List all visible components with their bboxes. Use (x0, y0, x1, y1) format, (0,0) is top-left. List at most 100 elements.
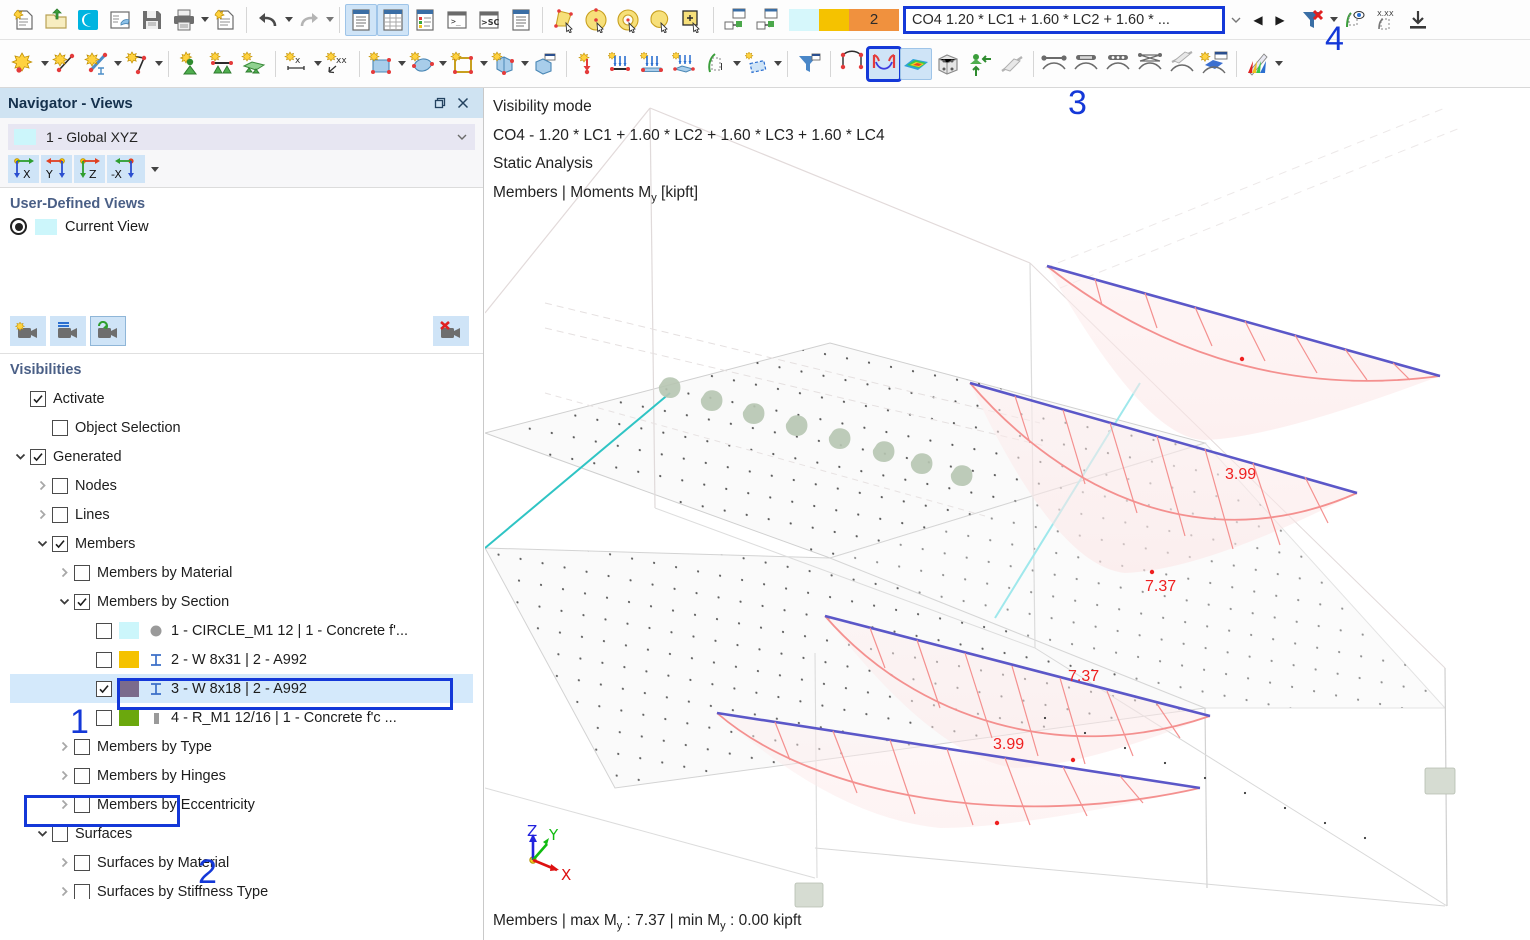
tree-checkbox[interactable] (52, 477, 68, 494)
imposed-deformation-dropdown-caret[interactable] (774, 61, 782, 66)
imposed-deformation-button[interactable] (741, 48, 773, 80)
save-view-button[interactable] (50, 315, 86, 346)
select-circle-button[interactable] (580, 4, 612, 36)
tree-item-surfaces[interactable]: Surfaces (10, 819, 473, 848)
current-view-row[interactable]: Current View (10, 218, 473, 235)
nodal-load-button[interactable] (572, 48, 604, 80)
new-opening-dropdown-caret[interactable] (480, 61, 488, 66)
free-load-button[interactable]: I (700, 48, 732, 80)
tree-checkbox[interactable] (74, 593, 90, 610)
new-solid-dropdown-caret[interactable] (521, 61, 529, 66)
show-surface-results-button[interactable] (900, 47, 932, 80)
close-panel-button[interactable] (451, 91, 475, 115)
new-polyline-button[interactable] (122, 48, 154, 80)
tree-twisty[interactable] (10, 450, 30, 463)
tree-twisty[interactable] (54, 798, 74, 811)
tree-twisty[interactable] (54, 566, 74, 579)
print-button[interactable] (168, 4, 200, 36)
result-diagram-n-button[interactable] (1039, 48, 1071, 80)
undo-dropdown-caret[interactable] (285, 17, 293, 22)
select-ring-button[interactable] (612, 4, 644, 36)
open-file-button[interactable] (40, 4, 72, 36)
new-line-button[interactable] (49, 48, 81, 80)
dimension-xx-button[interactable]: xx (322, 48, 354, 80)
tree-item-members-by-section[interactable]: Members by Section (10, 587, 473, 616)
free-load-dropdown-caret[interactable] (733, 61, 741, 66)
show-solid-results-button[interactable] (932, 48, 964, 80)
load-case-combo[interactable]: CO4 1.20 * LC1 + 1.60 * LC2 + 1.60 * ... (903, 5, 1225, 34)
view-along-y-button[interactable]: Y (41, 155, 72, 183)
tree-checkbox[interactable] (74, 564, 90, 581)
result-diagram-line-button[interactable] (1167, 48, 1199, 80)
tree-checkbox[interactable] (96, 651, 112, 668)
tree-item-members-by-material[interactable]: Members by Material (10, 558, 473, 587)
select-rectangle-button[interactable] (548, 4, 580, 36)
tree-twisty[interactable] (32, 479, 52, 492)
open-example-button[interactable] (104, 4, 136, 36)
result-diagram-mesh-button[interactable] (1135, 48, 1167, 80)
new-curved-surface-button[interactable] (406, 48, 438, 80)
tree-checkbox[interactable] (74, 767, 90, 784)
result-diagram-v-button[interactable] (1071, 48, 1103, 80)
tree-twisty[interactable] (32, 537, 52, 550)
tree-checkbox[interactable] (74, 854, 90, 871)
view-along-x-button[interactable]: X (8, 155, 39, 183)
show-internal-forces-button[interactable] (866, 45, 902, 82)
tree-checkbox[interactable] (52, 825, 68, 842)
new-solid-button[interactable] (488, 48, 520, 80)
new-view-button[interactable] (10, 315, 46, 346)
color-scale-button[interactable] (1242, 48, 1274, 80)
member-load-button[interactable] (604, 48, 636, 80)
show-deformation-button[interactable] (836, 48, 868, 80)
dimension-button[interactable]: x (281, 48, 313, 80)
tree-twisty[interactable] (54, 740, 74, 753)
color-swatch-yellow[interactable] (819, 8, 849, 31)
undo-button[interactable] (252, 4, 284, 36)
current-view-radio[interactable] (10, 218, 27, 235)
tables-button[interactable] (377, 3, 409, 36)
show-member-results-button[interactable] (996, 48, 1028, 80)
tree-item-members-by-eccentricity[interactable]: Members by Eccentricity (10, 790, 473, 819)
tree-checkbox[interactable] (52, 535, 68, 552)
tree-item-surfaces-by-material[interactable]: Surfaces by Material (10, 848, 473, 877)
info-panel-button[interactable] (505, 4, 537, 36)
solid-block-button[interactable] (529, 48, 561, 80)
new-opening-button[interactable] (447, 48, 479, 80)
nodal-support-button[interactable] (174, 48, 206, 80)
line-support-button[interactable] (206, 48, 238, 80)
dimension-dropdown-caret[interactable] (314, 61, 322, 66)
restore-panel-button[interactable] (427, 91, 451, 115)
tree-item-activate[interactable]: Activate (10, 384, 473, 413)
load-case-dropdown-chevron[interactable] (1225, 13, 1247, 27)
view-along-negative-x-button[interactable]: -X (107, 155, 145, 183)
tree-item-section-2[interactable]: 2 - W 8x31 | 2 - A992 (10, 645, 473, 674)
tree-twisty[interactable] (32, 508, 52, 521)
print-dropdown-caret[interactable] (201, 17, 209, 22)
new-polyline-dropdown-caret[interactable] (155, 61, 163, 66)
next-load-case-button[interactable]: ▶ (1269, 6, 1291, 34)
tree-checkbox[interactable] (52, 419, 68, 436)
new-curved-surface-dropdown-caret[interactable] (439, 61, 447, 66)
select-freehand-button[interactable] (644, 4, 676, 36)
tree-item-members[interactable]: Members (10, 529, 473, 558)
tree-item-section-3[interactable]: 3 - W 8x18 | 2 - A992 (10, 674, 473, 703)
tree-item-members-by-hinges[interactable]: Members by Hinges (10, 761, 473, 790)
command-console-button[interactable]: >_ (441, 4, 473, 36)
result-values-button[interactable]: X.XX (1370, 4, 1402, 36)
tree-item-generated[interactable]: Generated (10, 442, 473, 471)
navigator-data-button[interactable] (345, 3, 377, 36)
view-select-combo[interactable]: 1 - Global XYZ (8, 124, 475, 150)
tree-checkbox[interactable] (74, 796, 90, 813)
tree-checkbox[interactable] (96, 622, 112, 639)
result-diagram-new-button[interactable] (1199, 48, 1231, 80)
printout-report-button[interactable] (209, 4, 241, 36)
line-load-button[interactable] (636, 48, 668, 80)
tree-item-lines[interactable]: Lines (10, 500, 473, 529)
show-support-reactions-button[interactable] (964, 48, 996, 80)
surface-load-button[interactable] (668, 48, 700, 80)
new-model-button[interactable] (8, 4, 40, 36)
tree-item-nodes[interactable]: Nodes (10, 471, 473, 500)
view-direction-dropdown-caret[interactable] (151, 166, 159, 172)
layer-number-badge[interactable]: 2 (849, 8, 899, 31)
script-console-button[interactable]: >SC (473, 4, 505, 36)
